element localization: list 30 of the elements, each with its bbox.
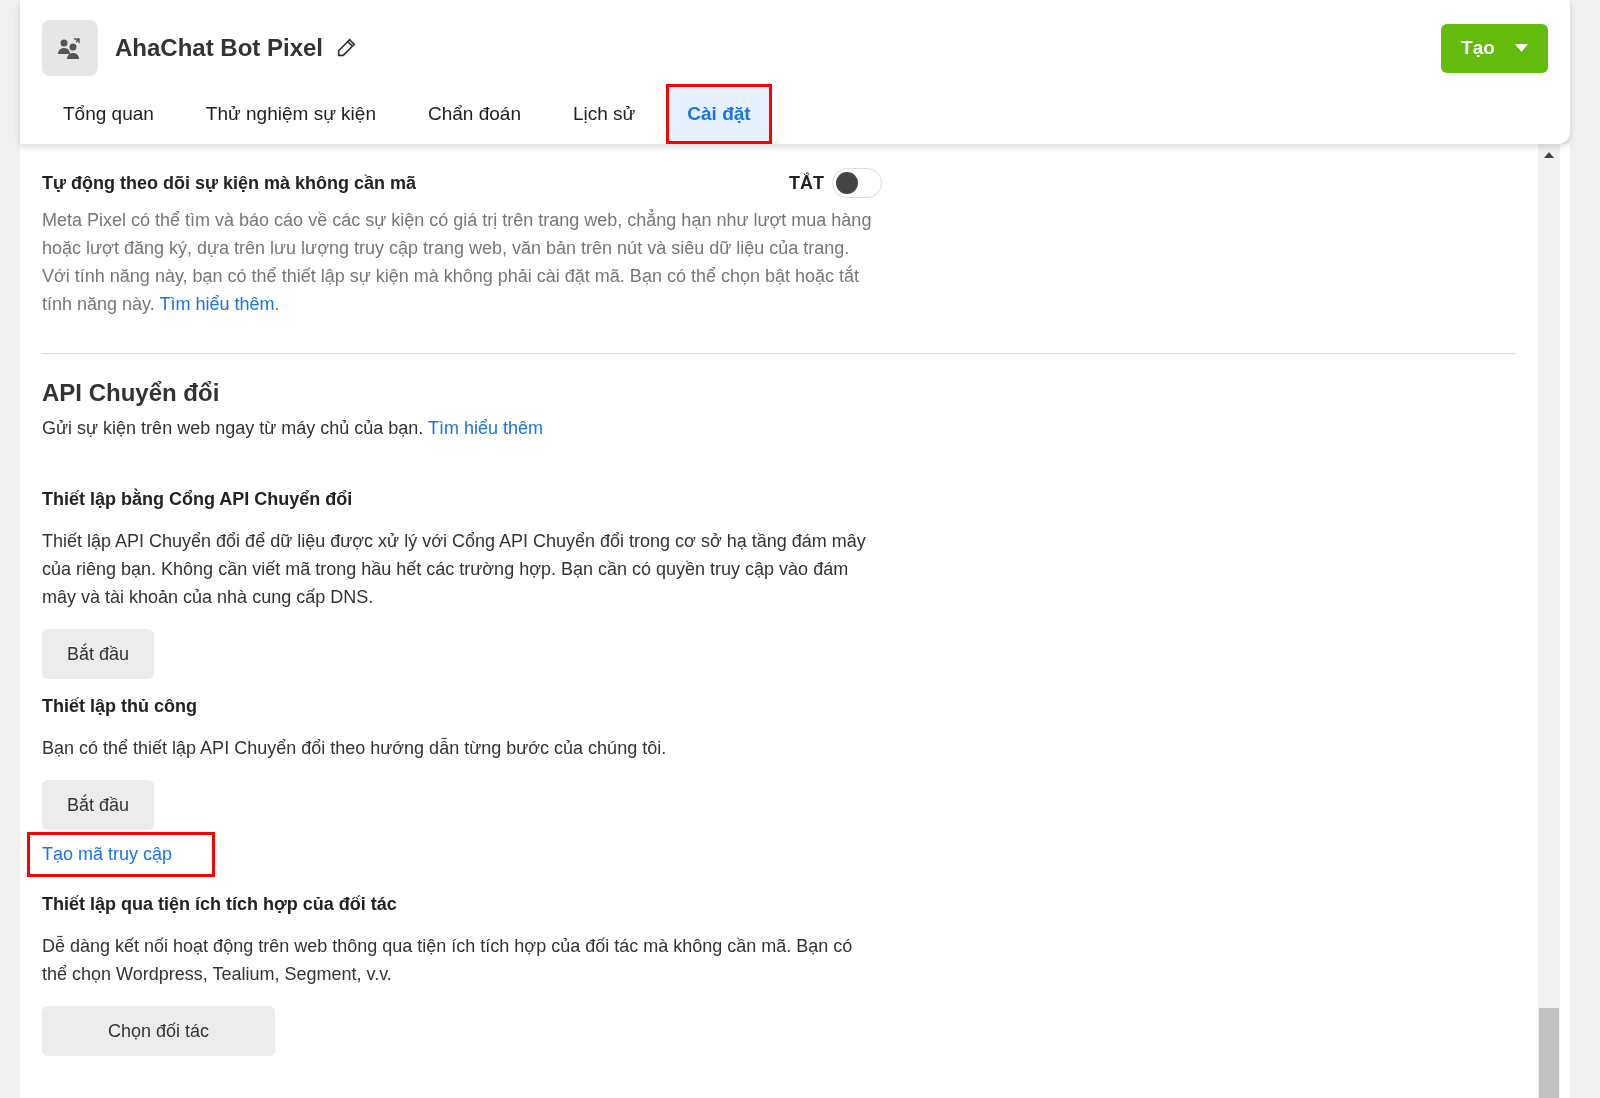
subsection-description: Bạn có thể thiết lập API Chuyển đổi theo hướng dẫn từng bước của chúng tôi.	[42, 736, 668, 760]
subsection-heading: Thiết lập qua tiện ích tích hợp của đối tác	[42, 893, 398, 916]
subsection-heading: Thiết lập thủ công	[42, 695, 198, 718]
subsection-heading: Thiết lập bằng Cổng API Chuyển đổi	[42, 487, 354, 511]
scrollbar[interactable]	[1538, 144, 1560, 1098]
toggle-label: TẮT	[789, 171, 824, 195]
section-heading: Tự động theo dõi sự kiện mà không cần mã	[42, 171, 417, 195]
pixel-icon	[42, 20, 98, 76]
action-button[interactable]: Chọn đối tác	[42, 1006, 275, 1056]
toggle-switch[interactable]	[832, 168, 882, 198]
caret-icon	[1514, 44, 1528, 52]
edit-icon[interactable]	[335, 37, 358, 59]
api-title: API Chuyển đổi	[42, 378, 221, 408]
tab[interactable]: Cài đặt	[666, 84, 772, 144]
learn-more-link[interactable]: Tìm hiểu thêm	[159, 294, 275, 314]
api-subtitle: Gửi sự kiện trên web ngay từ máy chủ của bạn. Tìm hiểu thêm	[42, 417, 545, 440]
learn-more-link[interactable]: Tìm hiểu thêm	[428, 418, 544, 438]
subsection-description: Thiết lập API Chuyển đổi để dữ liệu được xử lý với Cổng API Chuyển đổi trong cơ sở hạ tầng đám mây của riêng bạn. Không cần viết mã trong hầu hết các trường hợp. Bạn cần có quyền truy cập vào đám mây và tài khoản của nhà cung cấp DNS.	[42, 530, 867, 609]
tab[interactable]: Tổng quan	[42, 84, 175, 144]
tab[interactable]: Lịch sử	[551, 84, 657, 144]
subsection-description: Dễ dàng kết nối hoạt động trên web thông qua tiện ích tích hợp của đối tác mà không cần mã. Bạn có thể chọn Wordpress, Tealium, Segment, v.v.	[42, 934, 854, 986]
feature-description: Meta Pixel có thể tìm và báo cáo về các sự kiện có giá trị trên trang web, chẳng hạn như lượt mua hàng hoặc lượt đăng ký, dựa trên lưu lượng truy cập trang web, văn bản trên nút và siêu dữ liệu của trang. Với tính năng này, bạn có thể thiết lập sự kiện mà không phải cài đặt mã. Bạn có thể chọn bật hoặc tắt tính năng này. Tìm hiểu thêm.	[42, 208, 872, 316]
tab[interactable]: Chẩn đoán	[407, 84, 542, 144]
action-button[interactable]: Bắt đầu	[42, 780, 154, 830]
scrollbar-thumb[interactable]	[1539, 1008, 1559, 1098]
scroll-up-icon[interactable]	[1544, 152, 1554, 158]
tab[interactable]: Thử nghiệm sự kiện	[184, 84, 397, 144]
pixel-title: AhaChat Bot Pixel	[115, 33, 324, 63]
access-token-link[interactable]: Tạo mã truy cập	[27, 832, 215, 877]
action-button[interactable]: Bắt đầu	[42, 629, 154, 679]
